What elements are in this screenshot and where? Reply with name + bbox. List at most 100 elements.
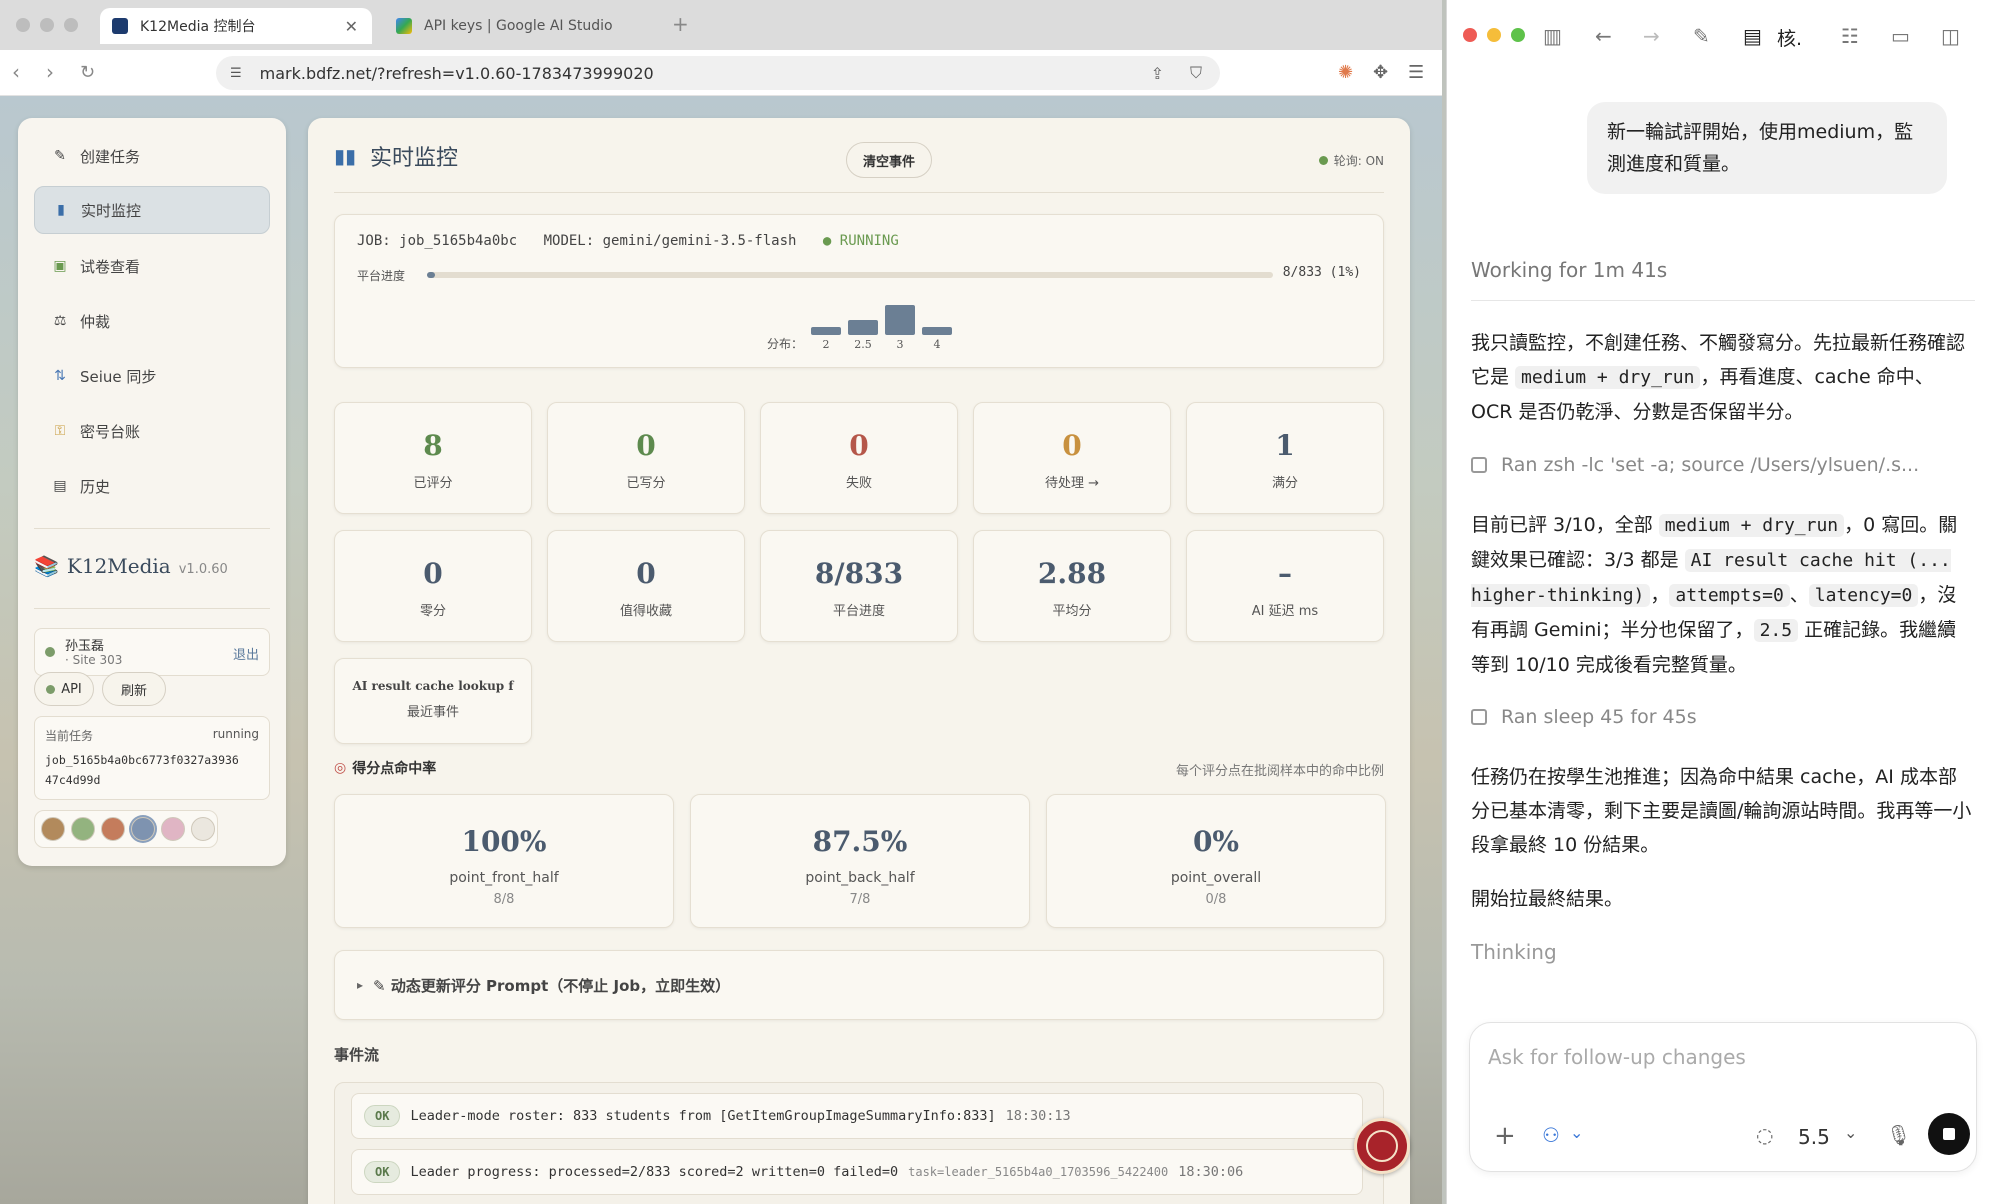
polling-status: 轮询: ON: [1333, 154, 1384, 168]
theme-swatch[interactable]: [101, 817, 125, 841]
minimize-window-button[interactable]: [1487, 28, 1501, 42]
list-icon[interactable]: ☷: [1841, 24, 1859, 48]
event-row: OK Leader progress: processed=2/833 scor…: [351, 1149, 1363, 1195]
event-text: Leader-mode roster: 833 students from [G…: [410, 1108, 996, 1124]
theme-swatch[interactable]: [131, 817, 155, 841]
hit-rate-name: point_overall: [1170, 870, 1262, 886]
compose-icon[interactable]: ✎: [1693, 24, 1710, 48]
menu-icon[interactable]: ☰: [1408, 62, 1424, 83]
nav-history[interactable]: ▤ 历史: [34, 462, 270, 510]
school-seal-icon[interactable]: [1354, 1118, 1410, 1174]
hit-rate-sub: 7/8: [849, 892, 871, 907]
hit-rate-name: point_front_half: [449, 870, 559, 886]
stat-card[interactable]: 0 待处理 →: [973, 402, 1171, 514]
tab-k12media[interactable]: K12Media 控制台 ✕: [100, 8, 372, 44]
nav-arbitration[interactable]: ⚖ 仲裁: [34, 297, 270, 345]
stat-card: 1 满分: [1186, 402, 1384, 514]
command-line[interactable]: Ran zsh -lc 'set -a; source /Users/ylsue…: [1471, 454, 1919, 476]
event-time: 18:30:06: [1178, 1164, 1244, 1180]
add-icon[interactable]: +: [1494, 1121, 1516, 1151]
puzzle-extension-icon[interactable]: ✥: [1373, 62, 1388, 83]
assistant-paragraph: 我只讀監控，不創建任務、不觸發寫分。先拉最新任務確認它是 medium + dr…: [1471, 326, 1975, 429]
nav-create-task[interactable]: ✎ 创建任务: [34, 132, 270, 180]
site-settings-icon[interactable]: ☰: [230, 66, 242, 81]
command-text: Ran zsh -lc 'set -a; source /Users/ylsue…: [1501, 454, 1920, 476]
chevron-down-icon[interactable]: ⌄: [1570, 1123, 1583, 1142]
nav-monitor[interactable]: ▮ 实时监控: [34, 186, 270, 234]
back-icon[interactable]: ←: [1595, 24, 1612, 48]
nav-seiue-sync[interactable]: ⇅ Seiue 同步: [34, 352, 270, 400]
back-icon[interactable]: ‹: [12, 60, 20, 84]
assistant-paragraph: 目前已評 3/10，全部 medium + dry_run ，0 寫回。關鍵效果已…: [1471, 508, 1975, 682]
job-status: RUNNING: [839, 233, 899, 249]
agent-mode-icon[interactable]: ⚇: [1542, 1123, 1560, 1147]
api-status-pill[interactable]: API: [34, 672, 94, 706]
sparkle-extension-icon[interactable]: ✺: [1338, 62, 1353, 83]
follow-up-input[interactable]: Ask for follow-up changes: [1488, 1045, 1746, 1069]
close-window-button[interactable]: [1463, 28, 1477, 42]
event-row: OK Leader-mode roster: 833 students from…: [351, 1093, 1363, 1139]
theme-swatch[interactable]: [41, 817, 65, 841]
new-tab-button[interactable]: +: [672, 12, 689, 36]
reload-icon[interactable]: ↻: [80, 62, 95, 83]
panel-bottom-icon[interactable]: ▭: [1891, 24, 1910, 48]
url-field[interactable]: ☰ mark.bdfz.net/?refresh=v1.0.60-1783473…: [216, 56, 1220, 90]
sidebar-toggle-icon[interactable]: ▥: [1543, 24, 1562, 48]
distribution-tick: 3: [896, 338, 904, 351]
minimize-window-button[interactable]: [40, 18, 54, 32]
distribution-label: 分布：: [767, 337, 804, 351]
url-text: mark.bdfz.net/?refresh=v1.0.60-178347399…: [259, 63, 654, 83]
tab-ai-studio[interactable]: API keys | Google AI Studio: [384, 8, 654, 44]
model-version[interactable]: 5.5: [1798, 1125, 1830, 1149]
stat-value: 0: [636, 429, 656, 462]
hit-rate-name: point_back_half: [805, 870, 915, 886]
command-line[interactable]: Ran sleep 45 for 45s: [1471, 706, 1697, 728]
text: 、: [1789, 584, 1809, 606]
current-task-id: job_5165b4a0bc6773f0327a3936: [45, 753, 239, 767]
forward-icon[interactable]: ›: [46, 60, 54, 84]
logout-link[interactable]: 退出: [233, 644, 259, 663]
nav-label: Seiue 同步: [80, 367, 157, 386]
assistant-panel: ▥ ← → ✎ ▤ 核. ☷ ▭ ◫ 新一輪試評開始，使用medium，監測進度…: [1446, 0, 2000, 1204]
microphone-icon[interactable]: 🎙: [1886, 1123, 1911, 1147]
nav-label: 创建任务: [80, 147, 141, 166]
picture-icon: ▣: [53, 258, 67, 274]
refresh-button[interactable]: 刷新: [102, 672, 166, 706]
clear-events-button[interactable]: 清空事件: [846, 142, 932, 178]
k12media-favicon-icon: [112, 18, 128, 34]
progress-ring-icon: ◌: [1756, 1123, 1774, 1147]
share-icon[interactable]: ⇪: [1151, 64, 1164, 83]
forward-icon[interactable]: →: [1643, 24, 1660, 48]
terminal-icon: [1471, 457, 1487, 473]
page-content: ✎ 创建任务 ▮ 实时监控 ▣ 试卷查看 ⚖ 仲裁 ⇅ Seiue 同步 ⚿ 密号台账 ▤ 历…: [0, 96, 1442, 1204]
brand: 📚 K12Media v1.0.60: [34, 554, 228, 578]
theme-swatch[interactable]: [71, 817, 95, 841]
close-window-button[interactable]: [16, 18, 30, 32]
hit-rate-title: 得分点命中率: [352, 761, 437, 777]
current-task-status: running: [212, 727, 259, 741]
target-icon: ◎: [334, 760, 347, 776]
stop-button[interactable]: [1928, 1113, 1970, 1155]
browser-window: K12Media 控制台 ✕ API keys | Google AI Stud…: [0, 0, 1442, 1204]
expand-arrow-icon: ▸: [357, 978, 364, 992]
recent-event-card[interactable]: AI result cache lookup f 最近事件: [334, 658, 532, 744]
theme-swatch[interactable]: [191, 817, 215, 841]
zoom-window-button[interactable]: [64, 18, 78, 32]
shield-icon[interactable]: ⛉: [1190, 63, 1202, 83]
nav-exam-view[interactable]: ▣ 试卷查看: [34, 242, 270, 290]
theme-swatch[interactable]: [161, 817, 185, 841]
zoom-window-button[interactable]: [1511, 28, 1525, 42]
close-tab-icon[interactable]: ✕: [345, 17, 358, 36]
stat-value: 0: [423, 557, 443, 590]
sidebar: ✎ 创建任务 ▮ 实时监控 ▣ 试卷查看 ⚖ 仲裁 ⇅ Seiue 同步 ⚿ 密号台账 ▤ 历…: [18, 118, 286, 866]
memo-icon: ✎: [54, 148, 66, 164]
nav-key-ledger[interactable]: ⚿ 密号台账: [34, 407, 270, 455]
event-time: 18:30:13: [1005, 1108, 1071, 1124]
prompt-update-toggle[interactable]: ▸ ✎ 动态更新评分 Prompt（不停止 Job，立即生效）: [334, 950, 1384, 1020]
toolbar-title[interactable]: 核.: [1777, 24, 1802, 51]
chevron-down-icon[interactable]: ⌄: [1844, 1123, 1857, 1142]
inline-code: attempts=0: [1669, 584, 1790, 607]
document-icon[interactable]: ▤: [1743, 24, 1762, 48]
user-site: · Site 303: [65, 653, 123, 667]
panel-right-icon[interactable]: ◫: [1941, 24, 1960, 48]
